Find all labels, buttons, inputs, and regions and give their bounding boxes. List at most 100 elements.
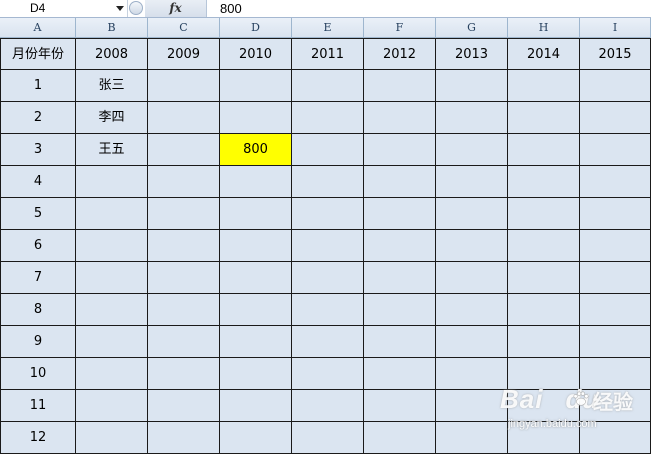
row-label-cell[interactable]: 10 — [0, 358, 76, 390]
row-label-cell[interactable]: 11 — [0, 390, 76, 422]
table-cell[interactable] — [508, 358, 580, 390]
row-label-cell[interactable]: 12 — [0, 422, 76, 454]
column-header-b[interactable]: B — [76, 18, 148, 38]
table-cell[interactable] — [220, 262, 292, 294]
table-cell[interactable] — [292, 422, 364, 454]
resize-handle[interactable] — [129, 1, 143, 15]
table-cell[interactable] — [580, 422, 651, 454]
table-cell[interactable] — [148, 102, 220, 134]
table-cell[interactable] — [220, 294, 292, 326]
table-cell[interactable] — [580, 198, 651, 230]
table-cell[interactable] — [364, 294, 436, 326]
table-cell[interactable] — [292, 198, 364, 230]
table-cell[interactable] — [148, 70, 220, 102]
column-header-c[interactable]: C — [148, 18, 220, 38]
table-cell[interactable] — [508, 326, 580, 358]
table-cell[interactable] — [364, 422, 436, 454]
column-header-e[interactable]: E — [292, 18, 364, 38]
table-cell[interactable] — [364, 230, 436, 262]
header-cell[interactable]: 2008 — [76, 38, 148, 70]
table-cell[interactable] — [292, 262, 364, 294]
table-cell[interactable] — [580, 134, 651, 166]
table-cell[interactable] — [292, 230, 364, 262]
table-cell[interactable] — [364, 326, 436, 358]
table-cell[interactable] — [580, 358, 651, 390]
table-cell[interactable] — [364, 358, 436, 390]
table-cell[interactable] — [436, 326, 508, 358]
table-cell[interactable] — [580, 390, 651, 422]
column-header-f[interactable]: F — [364, 18, 436, 38]
row-label-cell[interactable]: 8 — [0, 294, 76, 326]
table-cell[interactable] — [292, 390, 364, 422]
column-header-d[interactable]: D — [220, 18, 292, 38]
header-cell[interactable]: 月份年份 — [0, 38, 76, 70]
table-cell[interactable] — [76, 294, 148, 326]
table-cell[interactable] — [292, 70, 364, 102]
insert-function-button[interactable]: fx — [145, 0, 207, 17]
formula-input[interactable]: 800 — [212, 0, 651, 17]
row-label-cell[interactable]: 7 — [0, 262, 76, 294]
table-cell[interactable] — [292, 326, 364, 358]
table-cell[interactable]: 王五 — [76, 134, 148, 166]
table-cell[interactable] — [220, 390, 292, 422]
column-header-g[interactable]: G — [436, 18, 508, 38]
table-cell[interactable] — [580, 166, 651, 198]
table-cell[interactable] — [76, 230, 148, 262]
chevron-down-icon[interactable] — [116, 6, 124, 11]
table-cell[interactable] — [580, 230, 651, 262]
row-label-cell[interactable]: 4 — [0, 166, 76, 198]
table-cell[interactable] — [76, 262, 148, 294]
table-cell[interactable] — [220, 230, 292, 262]
table-cell[interactable] — [364, 166, 436, 198]
name-box[interactable]: D4 — [0, 0, 128, 17]
table-cell[interactable] — [148, 358, 220, 390]
table-cell[interactable] — [436, 166, 508, 198]
table-cell[interactable] — [220, 326, 292, 358]
table-cell[interactable] — [220, 422, 292, 454]
table-cell[interactable] — [148, 390, 220, 422]
table-cell[interactable] — [508, 70, 580, 102]
table-cell[interactable] — [148, 326, 220, 358]
row-label-cell[interactable]: 3 — [0, 134, 76, 166]
header-cell[interactable]: 2015 — [580, 38, 651, 70]
table-cell[interactable] — [508, 134, 580, 166]
table-cell[interactable] — [364, 198, 436, 230]
table-cell[interactable] — [292, 134, 364, 166]
table-cell[interactable] — [220, 198, 292, 230]
table-cell[interactable] — [436, 358, 508, 390]
table-cell[interactable] — [436, 262, 508, 294]
table-cell[interactable] — [364, 390, 436, 422]
table-cell[interactable] — [580, 70, 651, 102]
header-cell[interactable]: 2014 — [508, 38, 580, 70]
table-cell[interactable] — [364, 134, 436, 166]
table-cell[interactable] — [508, 198, 580, 230]
row-label-cell[interactable]: 6 — [0, 230, 76, 262]
header-cell[interactable]: 2010 — [220, 38, 292, 70]
table-cell[interactable] — [292, 102, 364, 134]
table-cell[interactable] — [76, 422, 148, 454]
table-cell[interactable] — [436, 422, 508, 454]
table-cell[interactable] — [220, 358, 292, 390]
table-cell[interactable] — [148, 134, 220, 166]
table-cell[interactable] — [580, 262, 651, 294]
header-cell[interactable]: 2012 — [364, 38, 436, 70]
table-cell[interactable] — [220, 102, 292, 134]
table-cell[interactable] — [76, 326, 148, 358]
table-cell[interactable] — [364, 262, 436, 294]
table-cell[interactable] — [148, 166, 220, 198]
table-cell[interactable] — [436, 230, 508, 262]
table-cell[interactable] — [220, 166, 292, 198]
table-cell[interactable] — [292, 358, 364, 390]
table-cell[interactable] — [76, 166, 148, 198]
table-cell[interactable] — [364, 70, 436, 102]
table-cell[interactable] — [148, 198, 220, 230]
table-cell[interactable] — [436, 390, 508, 422]
column-header-i[interactable]: I — [580, 18, 651, 38]
table-cell[interactable] — [148, 262, 220, 294]
table-cell[interactable]: 李四 — [76, 102, 148, 134]
table-cell[interactable] — [508, 230, 580, 262]
table-cell[interactable] — [76, 198, 148, 230]
header-cell[interactable]: 2011 — [292, 38, 364, 70]
table-cell[interactable] — [220, 70, 292, 102]
table-cell[interactable] — [436, 134, 508, 166]
